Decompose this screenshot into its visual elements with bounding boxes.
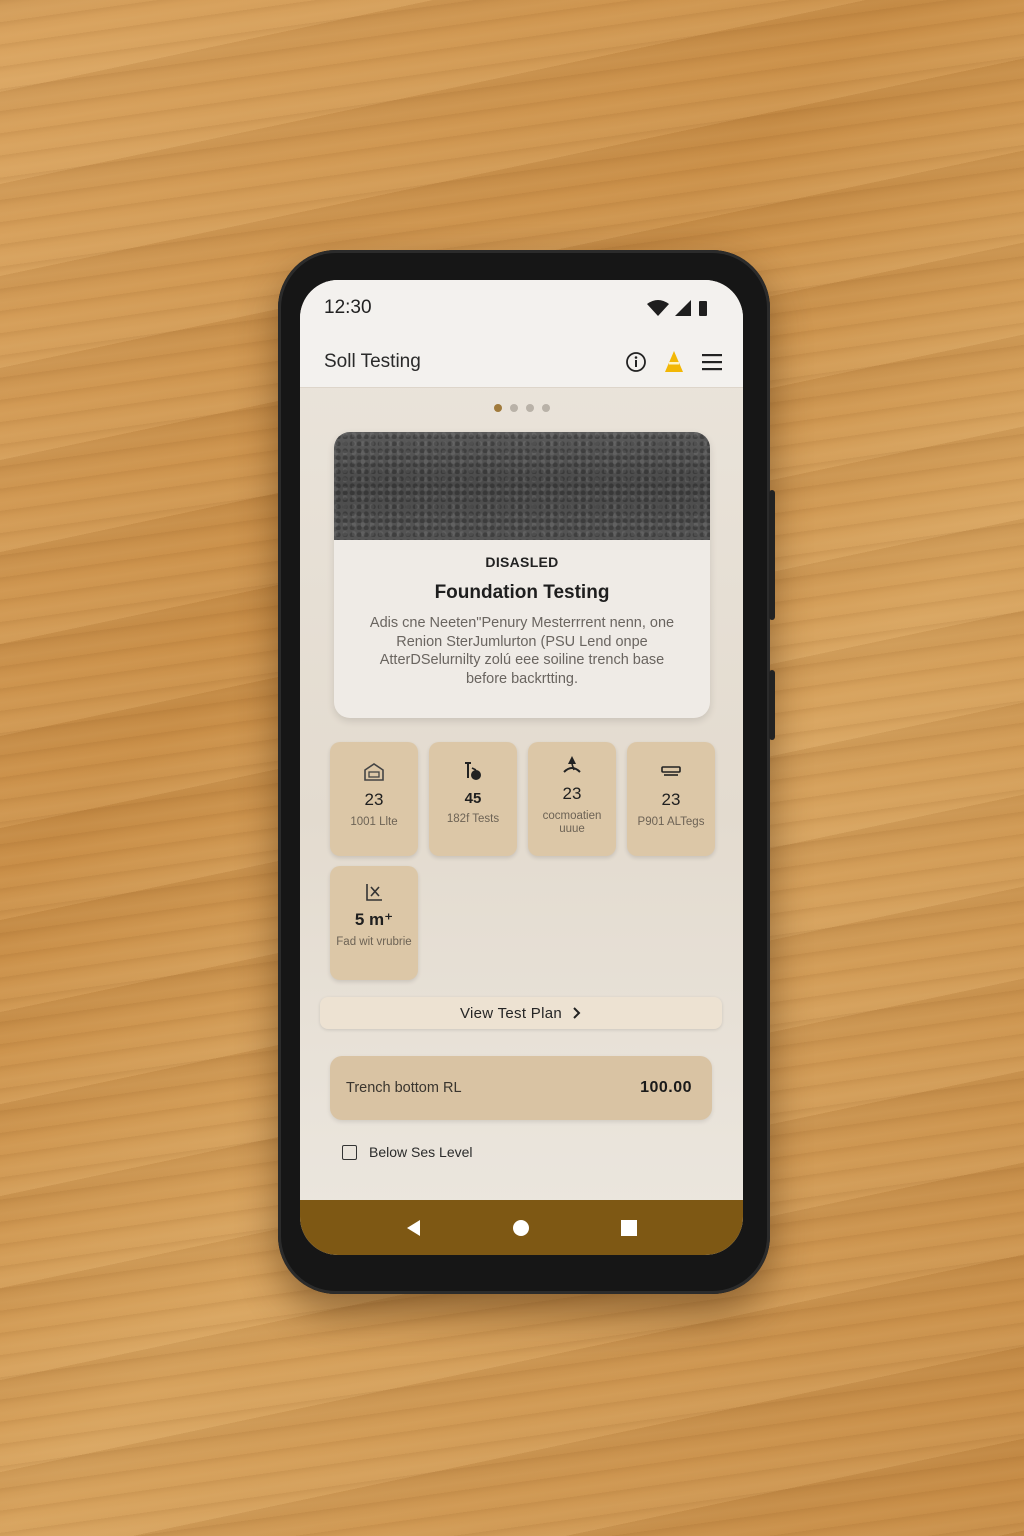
signal-icon [675, 300, 691, 316]
page-title: Soll Testing [324, 350, 421, 372]
card-title: Foundation Testing [434, 582, 610, 603]
below-sea-level-option[interactable]: Below Ses Level [342, 1144, 473, 1160]
stat-card[interactable]: 5 m⁺ Fad wit vrubrie [330, 866, 418, 980]
back-icon [406, 1219, 420, 1236]
stat-value: 23 [562, 784, 582, 803]
screen: 12:30 Soll Testing DISASLED Foundation T… [300, 280, 743, 1255]
trench-bottom-rl-field[interactable]: Trench bottom RL 100.00 [330, 1056, 712, 1120]
stat-value: 23 [661, 790, 681, 809]
stat-card[interactable]: 23 P901 ALTegs [627, 742, 715, 856]
system-nav-bar [300, 1200, 743, 1255]
stat-label: 1001 Llte [350, 816, 398, 828]
back-button[interactable] [400, 1214, 428, 1242]
chevron-right-icon [573, 1007, 581, 1019]
stat-card[interactable]: 45 182f Tests [429, 742, 517, 856]
field-label: Trench bottom RL [346, 1080, 462, 1096]
info-icon [626, 351, 646, 372]
stat-label: P901 ALTegs [637, 816, 705, 828]
power-button [769, 670, 775, 740]
below-sea-level-checkbox[interactable] [342, 1144, 357, 1160]
wifi-icon [647, 300, 669, 316]
field-value: 100.00 [640, 1079, 692, 1096]
card-description: Adis cne Neeten"Penury Mesterrrent nenn,… [369, 615, 675, 687]
home-button[interactable] [507, 1214, 535, 1242]
phone-device: 12:30 Soll Testing DISASLED Foundation T… [278, 250, 775, 1294]
warning-button[interactable] [661, 349, 687, 375]
battery-icon [699, 301, 707, 316]
menu-button[interactable] [699, 349, 725, 375]
status-bar: 12:30 [300, 280, 743, 336]
carousel-dot[interactable] [541, 404, 550, 412]
carousel-dot[interactable] [525, 404, 534, 412]
app-bar: Soll Testing [300, 336, 743, 388]
carousel-dot[interactable] [493, 404, 502, 412]
stat-card[interactable]: 23 1001 Llte [330, 742, 418, 856]
home-icon [513, 1219, 530, 1236]
building-icon [364, 763, 384, 781]
layers-icon [661, 766, 681, 776]
stat-label: Fad wit vrubrie [336, 936, 412, 948]
stat-label: 182f Tests [446, 813, 500, 825]
status-icons [647, 300, 709, 316]
status-badge: DISASLED [485, 554, 559, 570]
view-test-plan-button[interactable]: View Test Plan [320, 997, 722, 1029]
recents-button[interactable] [615, 1214, 643, 1242]
stat-value: 5 m⁺ [354, 910, 394, 929]
compaction-icon [563, 756, 581, 773]
info-button[interactable] [623, 349, 649, 375]
soil-texture-image [334, 432, 710, 540]
stat-value: 45 [464, 790, 482, 807]
volume-button [769, 490, 775, 620]
carousel-indicator [300, 404, 743, 412]
probe-icon [465, 762, 481, 780]
button-label: View Test Plan [459, 1004, 563, 1022]
recents-icon [621, 1219, 638, 1236]
status-time: 12:30 [324, 297, 372, 318]
carousel-dot[interactable] [509, 404, 518, 412]
app-bar-actions [623, 349, 725, 375]
checkbox-label: Below Ses Level [369, 1144, 473, 1160]
hamburger-menu-icon [702, 353, 722, 370]
stat-label: cocmoatien uuue [542, 810, 602, 835]
stat-card[interactable]: 23 cocmoatien uuue [528, 742, 616, 856]
depth-icon [366, 884, 382, 901]
feature-card[interactable]: DISASLED Foundation Testing Adis cne Nee… [334, 432, 710, 718]
stat-value: 23 [364, 790, 384, 809]
warning-cone-icon [665, 350, 683, 372]
